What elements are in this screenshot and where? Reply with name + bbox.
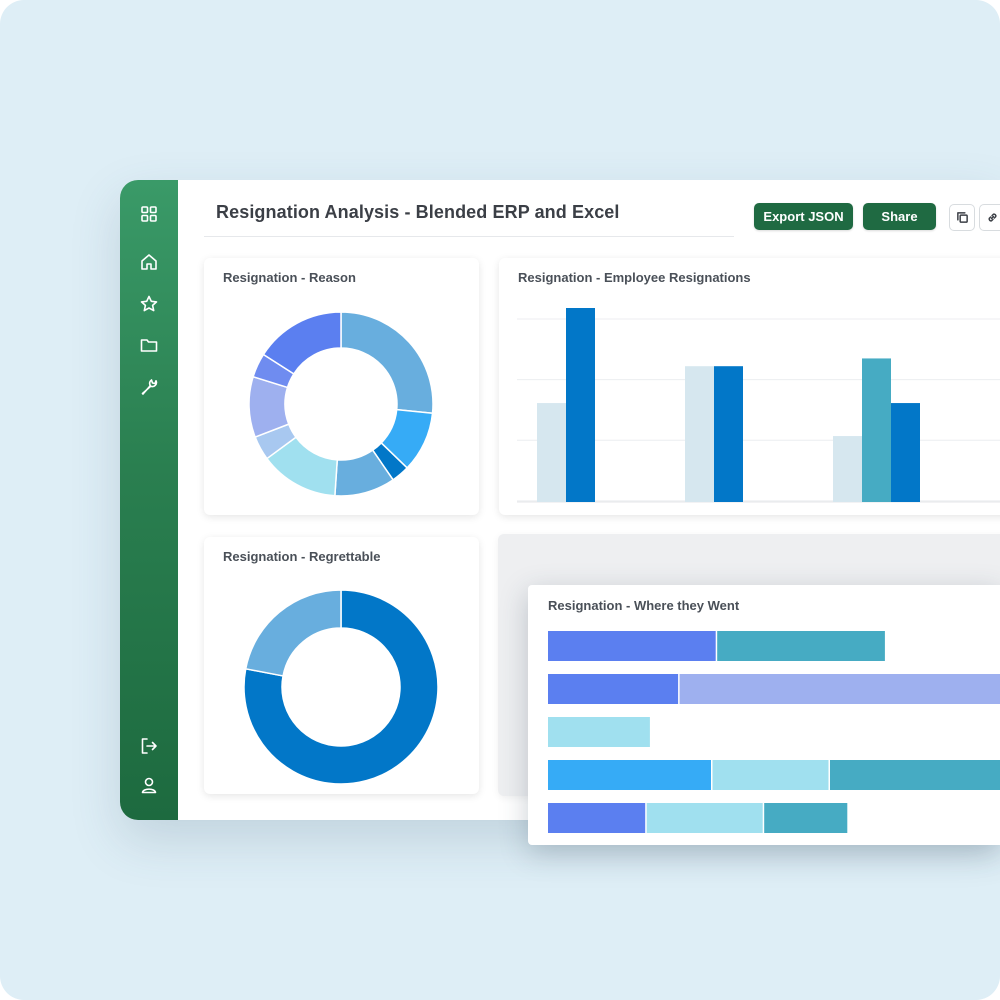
employee-bar[interactable] — [862, 358, 891, 502]
where-bar-segment[interactable] — [548, 674, 679, 704]
link-icon[interactable] — [979, 204, 1000, 231]
page-title: Resignation Analysis - Blended ERP and E… — [216, 202, 620, 222]
logout-icon[interactable] — [137, 734, 161, 758]
where-bar-segment[interactable] — [712, 760, 829, 790]
user-icon[interactable] — [137, 773, 161, 797]
where-card: Resignation - Where they Went — [528, 585, 1000, 845]
employee-bar[interactable] — [537, 403, 566, 502]
folder-icon[interactable] — [137, 333, 161, 357]
regrettable-card: Resignation - Regrettable — [204, 537, 479, 794]
where-bar-segment[interactable] — [548, 717, 650, 747]
employee-bar[interactable] — [566, 308, 595, 502]
employee-card: Resignation - Employee Resignations — [499, 258, 1000, 515]
where-bar-segment[interactable] — [717, 631, 885, 661]
share-button[interactable]: Share — [863, 203, 936, 230]
sidebar — [120, 180, 178, 820]
where-bar-segment[interactable] — [679, 674, 1000, 704]
employee-bar[interactable] — [714, 366, 743, 502]
reason-card: Resignation - Reason — [204, 258, 479, 515]
regrettable-donut-chart — [243, 589, 439, 785]
where-stacked-bar-chart — [548, 631, 1000, 833]
where-bar-segment[interactable] — [548, 760, 711, 790]
employee-bar-chart — [517, 308, 1000, 503]
where-bar-segment[interactable] — [548, 631, 716, 661]
where-bar-segment[interactable] — [830, 760, 1000, 790]
employee-bar[interactable] — [833, 436, 862, 502]
title-divider — [204, 236, 734, 237]
grid-icon[interactable] — [137, 202, 161, 226]
wrench-icon[interactable] — [137, 375, 161, 399]
copy-icon[interactable] — [949, 204, 975, 231]
where-bar-segment[interactable] — [646, 803, 763, 833]
employee-bar[interactable] — [685, 366, 714, 502]
where-bar-segment[interactable] — [548, 803, 646, 833]
where-bar-segment[interactable] — [764, 803, 848, 833]
reason-slice[interactable] — [340, 311, 434, 414]
reason-donut-chart — [248, 311, 434, 497]
regrettable-slice[interactable] — [244, 589, 342, 677]
export-json-button[interactable]: Export JSON — [754, 203, 853, 230]
star-icon[interactable] — [137, 292, 161, 316]
home-icon[interactable] — [137, 250, 161, 274]
employee-bar[interactable] — [891, 403, 920, 502]
